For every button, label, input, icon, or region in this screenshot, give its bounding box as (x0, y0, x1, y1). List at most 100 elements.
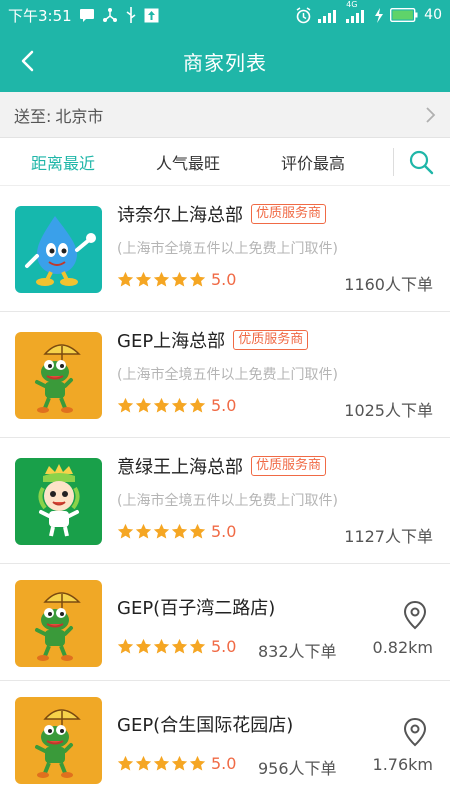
message-icon (79, 9, 94, 22)
star-icon (189, 638, 206, 654)
star-icon (153, 523, 170, 539)
star-rating (117, 523, 206, 540)
upload-icon (144, 8, 159, 22)
rating: 5.0 (117, 396, 236, 415)
tab-popular[interactable]: 人气最旺 (156, 150, 220, 174)
merchant-subtitle: (上海市全境五件以上免费上门取件) (117, 493, 338, 509)
signal-4g-icon (346, 9, 365, 23)
delivery-city: 北京市 (55, 106, 104, 126)
order-count: 832人下单 (258, 642, 337, 661)
merchant-name: GEP(合生国际花园店) (117, 711, 293, 737)
star-icon (135, 397, 152, 413)
quality-badge: 优质服务商 (251, 456, 327, 476)
merchant-row[interactable]: 诗奈尔上海总部 优质服务商 (上海市全境五件以上免费上门取件) 5.0 1160… (0, 186, 450, 312)
quality-badge: 优质服务商 (251, 204, 327, 224)
merchant-name-text: GEP上海总部 (117, 331, 226, 352)
star-icon (189, 755, 206, 771)
rating-score: 5.0 (211, 270, 237, 289)
rating: 5.0 (117, 637, 236, 656)
star-icon (135, 755, 152, 771)
star-icon (117, 638, 134, 654)
alarm-icon (296, 6, 311, 23)
star-icon (135, 271, 152, 287)
status-time: 下午3:51 (8, 6, 72, 25)
battery-percent: 40 (424, 7, 442, 23)
star-icon (117, 755, 134, 771)
merchant-row[interactable]: GEP上海总部 优质服务商 (上海市全境五件以上免费上门取件) 5.0 1025… (0, 312, 450, 438)
star-icon (117, 271, 134, 287)
merchant-name: GEP上海总部 优质服务商 (117, 327, 309, 353)
delivery-location-row[interactable]: 送至: 北京市 (0, 92, 450, 138)
search-icon[interactable] (408, 149, 434, 175)
status-bar: 下午3:51 4G 40 (0, 0, 450, 30)
merchant-name: 诗奈尔上海总部 优质服务商 (117, 201, 327, 227)
merchant-name: GEP(百子湾二路店) (117, 594, 275, 620)
rating: 5.0 (117, 754, 236, 773)
merchant-name-text: 意绿王上海总部 (117, 457, 243, 478)
rating: 5.0 (117, 522, 236, 541)
location-pin-icon (403, 717, 427, 747)
merchant-name: 意绿王上海总部 优质服务商 (117, 453, 327, 479)
star-icon (171, 397, 188, 413)
order-count: 956人下单 (258, 759, 337, 778)
delivery-label: 送至: (14, 106, 52, 126)
merchant-name-text: GEP(合生国际花园店) (117, 715, 294, 736)
tab-top-rated[interactable]: 评价最高 (281, 150, 345, 174)
star-rating (117, 755, 206, 772)
app-header: 商家列表 (0, 30, 450, 92)
star-icon (117, 397, 134, 413)
order-count: 1127人下单 (344, 527, 433, 546)
leaf-king-mascot-icon (15, 458, 102, 545)
merchant-subtitle: (上海市全境五件以上免费上门取件) (117, 241, 338, 257)
order-count: 1160人下单 (344, 275, 433, 294)
signal-icon (318, 9, 337, 23)
star-icon (153, 638, 170, 654)
star-icon (117, 523, 134, 539)
distance: 1.76km (372, 755, 433, 774)
star-icon (153, 755, 170, 771)
battery-icon (390, 8, 418, 22)
merchant-row[interactable]: 意绿王上海总部 优质服务商 (上海市全境五件以上免费上门取件) 5.0 1127… (0, 438, 450, 564)
tab-nearest[interactable]: 距离最近 (31, 150, 95, 174)
page-title: 商家列表 (183, 50, 267, 75)
frog-umbrella-mascot-icon (15, 332, 102, 419)
star-rating (117, 638, 206, 655)
star-icon (171, 523, 188, 539)
location-pin-icon (403, 600, 427, 630)
share-icon (102, 8, 117, 22)
star-icon (171, 638, 188, 654)
star-icon (171, 755, 188, 771)
rating-score: 5.0 (211, 637, 237, 656)
merchant-subtitle: (上海市全境五件以上免费上门取件) (117, 367, 338, 383)
distance: 0.82km (372, 638, 433, 657)
star-icon (153, 397, 170, 413)
rating-score: 5.0 (211, 522, 237, 541)
frog-umbrella-mascot-icon (15, 697, 102, 784)
rating-score: 5.0 (211, 396, 237, 415)
order-count: 1025人下单 (344, 401, 433, 420)
rating-score: 5.0 (211, 754, 237, 773)
star-icon (171, 271, 188, 287)
tab-divider (393, 148, 394, 176)
chevron-right-icon (426, 106, 436, 123)
merchant-list: 诗奈尔上海总部 优质服务商 (上海市全境五件以上免费上门取件) 5.0 1160… (0, 186, 450, 798)
star-icon (153, 271, 170, 287)
star-icon (135, 638, 152, 654)
network-type: 4G (346, 0, 358, 9)
frog-umbrella-mascot-icon (15, 580, 102, 667)
rating: 5.0 (117, 270, 236, 289)
star-rating (117, 271, 206, 288)
charging-icon (375, 7, 384, 23)
back-arrow-icon[interactable] (14, 46, 44, 76)
sort-tabs: 距离最近 人气最旺 评价最高 (0, 138, 450, 186)
star-icon (189, 397, 206, 413)
usb-icon (126, 7, 136, 23)
water-drop-mascot-icon (15, 206, 102, 293)
merchant-row[interactable]: GEP(百子湾二路店) 5.0 832人下单 0.82km (0, 564, 450, 681)
merchant-row[interactable]: GEP(合生国际花园店) 5.0 956人下单 1.76km (0, 681, 450, 798)
star-rating (117, 397, 206, 414)
merchant-name-text: GEP(百子湾二路店) (117, 598, 276, 619)
star-icon (135, 523, 152, 539)
star-icon (189, 523, 206, 539)
star-icon (189, 271, 206, 287)
